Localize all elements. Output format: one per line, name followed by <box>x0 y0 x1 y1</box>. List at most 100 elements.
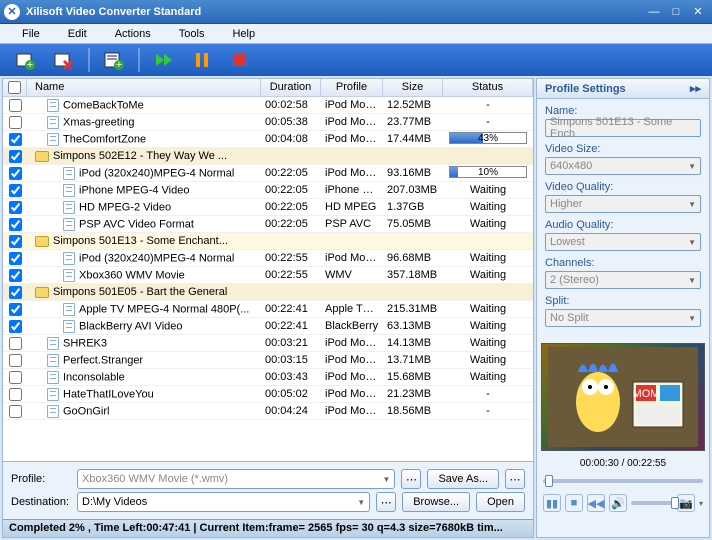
row-checkbox[interactable] <box>9 184 22 197</box>
header-status[interactable]: Status <box>443 79 533 96</box>
table-row[interactable]: Inconsolable00:03:43iPod Movie15.68MBWai… <box>3 369 533 386</box>
row-checkbox[interactable] <box>9 269 22 282</box>
table-row[interactable]: Simpons 501E13 - Some Enchant... <box>3 233 533 250</box>
file-icon <box>63 320 75 333</box>
minimize-button[interactable]: — <box>644 4 664 20</box>
start-button[interactable] <box>146 47 182 73</box>
row-checkbox[interactable] <box>9 150 22 163</box>
split-dropdown[interactable]: No Split▼ <box>545 309 701 327</box>
select-all-checkbox[interactable] <box>8 81 21 94</box>
menubar: File Edit Actions Tools Help <box>0 24 712 44</box>
row-checkbox[interactable] <box>9 320 22 333</box>
table-row[interactable]: Simpons 502E12 - They Way We ... <box>3 148 533 165</box>
volume-slider[interactable] <box>631 498 673 508</box>
table-row[interactable]: iPhone MPEG-4 Video00:22:05iPhone M...20… <box>3 182 533 199</box>
table-row[interactable]: Apple TV MPEG-4 Normal 480P(...00:22:41A… <box>3 301 533 318</box>
file-icon <box>47 116 59 129</box>
add-file-button[interactable]: + <box>8 47 44 73</box>
table-row[interactable]: Perfect.Stranger00:03:15iPod Movie13.71M… <box>3 352 533 369</box>
row-checkbox[interactable] <box>9 371 22 384</box>
toolbar: + + <box>0 44 712 76</box>
row-checkbox[interactable] <box>9 405 22 418</box>
channels-dropdown[interactable]: 2 (Stereo)▼ <box>545 271 701 289</box>
table-row[interactable]: Simpons 501E05 - Bart the General <box>3 284 533 301</box>
expand-icon: ▸▸ <box>690 82 701 95</box>
file-icon <box>47 133 59 146</box>
preview-time: 00:00:30 / 00:22:55 <box>537 455 709 472</box>
table-row[interactable]: SHREK300:03:21iPod Movie14.13MBWaiting <box>3 335 533 352</box>
file-icon <box>63 303 75 316</box>
profile-options-button[interactable]: ⋯ <box>401 469 421 489</box>
pause-button[interactable] <box>184 47 220 73</box>
snapshot-button[interactable]: 📷 <box>677 494 695 512</box>
file-icon <box>63 201 75 214</box>
maximize-button[interactable]: □ <box>666 4 686 20</box>
row-checkbox[interactable] <box>9 116 22 129</box>
add-profile-button[interactable]: + <box>96 47 132 73</box>
table-row[interactable]: ComeBackToMe00:02:58iPod Movie12.52MB- <box>3 97 533 114</box>
table-row[interactable]: iPod (320x240)MPEG-4 Normal00:22:55iPod … <box>3 250 533 267</box>
table-row[interactable]: HateThatILoveYou00:05:02iPod Movie21.23M… <box>3 386 533 403</box>
file-icon <box>63 167 75 180</box>
table-row[interactable]: Xbox360 WMV Movie00:22:55WMV357.18MBWait… <box>3 267 533 284</box>
row-checkbox[interactable] <box>9 167 22 180</box>
row-checkbox[interactable] <box>9 252 22 265</box>
header-name[interactable]: Name <box>27 79 261 96</box>
file-icon <box>63 252 75 265</box>
row-checkbox[interactable] <box>9 218 22 231</box>
row-checkbox[interactable] <box>9 201 22 214</box>
stop-button[interactable] <box>222 47 258 73</box>
file-icon <box>63 218 75 231</box>
video-quality-dropdown[interactable]: Higher▼ <box>545 195 701 213</box>
save-as-button[interactable]: Save As... <box>427 469 499 489</box>
menu-edit[interactable]: Edit <box>54 26 101 42</box>
row-checkbox[interactable] <box>9 286 22 299</box>
header-size[interactable]: Size <box>383 79 443 96</box>
remove-file-button[interactable] <box>46 47 82 73</box>
row-checkbox[interactable] <box>9 303 22 316</box>
destination-dropdown[interactable]: D:\My Videos▼ <box>77 492 370 512</box>
seek-slider[interactable] <box>543 476 703 486</box>
header-duration[interactable]: Duration <box>261 79 321 96</box>
row-checkbox[interactable] <box>9 99 22 112</box>
file-icon <box>63 269 75 282</box>
menu-actions[interactable]: Actions <box>101 26 165 42</box>
browse-button[interactable]: Browse... <box>402 492 470 512</box>
play-pause-button[interactable]: ▮▮ <box>543 494 561 512</box>
row-checkbox[interactable] <box>9 388 22 401</box>
header-profile[interactable]: Profile <box>321 79 383 96</box>
table-row[interactable]: iPod (320x240)MPEG-4 Normal00:22:05iPod … <box>3 165 533 182</box>
file-icon <box>47 388 59 401</box>
video-preview[interactable]: MOM <box>541 343 705 451</box>
table-row[interactable]: BlackBerry AVI Video00:22:41BlackBerry63… <box>3 318 533 335</box>
table-row[interactable]: HD MPEG-2 Video00:22:05HD MPEG1.37GBWait… <box>3 199 533 216</box>
split-label: Split: <box>545 295 701 307</box>
menu-tools[interactable]: Tools <box>165 26 219 42</box>
row-checkbox[interactable] <box>9 354 22 367</box>
audio-quality-dropdown[interactable]: Lowest▼ <box>545 233 701 251</box>
save-options-button[interactable]: ⋯ <box>505 469 525 489</box>
row-checkbox[interactable] <box>9 337 22 350</box>
table-row[interactable]: TheComfortZone00:04:08iPod Movie17.44MB4… <box>3 131 533 148</box>
settings-header[interactable]: Profile Settings ▸▸ <box>537 79 709 99</box>
video-size-label: Video Size: <box>545 143 701 155</box>
prev-button[interactable]: ◀◀ <box>587 494 605 512</box>
menu-file[interactable]: File <box>8 26 54 42</box>
close-button[interactable]: ✕ <box>688 4 708 20</box>
profile-dropdown[interactable]: Xbox360 WMV Movie (*.wmv)▼ <box>77 469 395 489</box>
row-checkbox[interactable] <box>9 133 22 146</box>
file-icon <box>47 405 59 418</box>
table-row[interactable]: PSP AVC Video Format00:22:05PSP AVC75.05… <box>3 216 533 233</box>
destination-options-button[interactable]: ⋯ <box>376 492 396 512</box>
row-checkbox[interactable] <box>9 235 22 248</box>
menu-help[interactable]: Help <box>218 26 269 42</box>
video-size-dropdown[interactable]: 640x480▼ <box>545 157 701 175</box>
volume-button[interactable]: 🔊 <box>609 494 627 512</box>
table-row[interactable]: GoOnGirl00:04:24iPod Movie18.56MB- <box>3 403 533 420</box>
open-button[interactable]: Open <box>476 492 525 512</box>
file-icon <box>63 184 75 197</box>
name-field[interactable]: Simpons 501E13 - Some Ench <box>545 119 701 137</box>
svg-text:MOM: MOM <box>633 388 660 400</box>
table-row[interactable]: Xmas-greeting00:05:38iPod Movie23.77MB- <box>3 114 533 131</box>
stop-player-button[interactable]: ■ <box>565 494 583 512</box>
